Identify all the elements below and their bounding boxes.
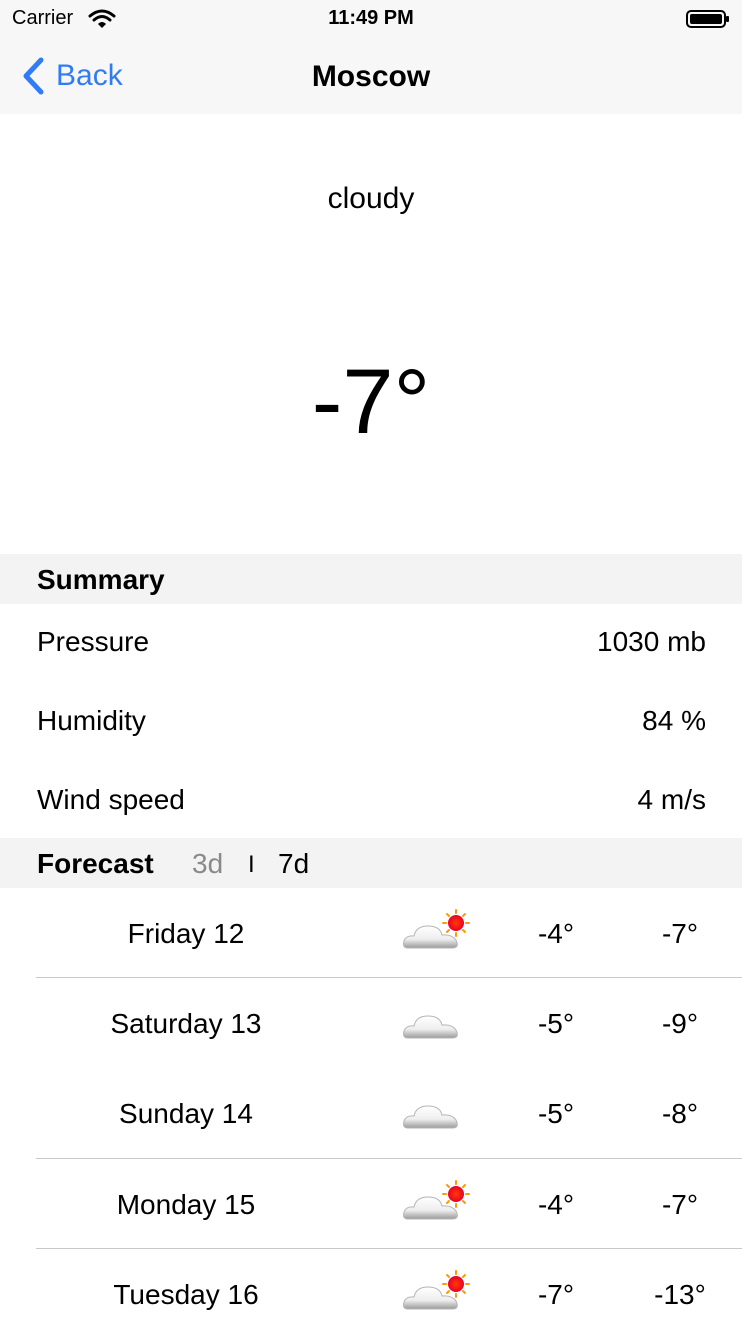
forecast-high: -4° [537,1189,575,1220]
forecast-low: -8° [661,1098,699,1129]
forecast-high: -5° [537,1098,575,1129]
forecast-row: Sunday 14 -5° -8° [0,1068,742,1158]
forecast-header: Forecast 3d I 7d [0,838,742,888]
weather-condition: cloudy [327,182,415,215]
forecast-row: Monday 15 -4° -7° [0,1159,742,1249]
summary-title: Summary [37,564,165,595]
cloud-icon [403,1015,458,1039]
segment-7d[interactable]: 7d [278,848,309,880]
summary-row-pressure: Pressure 1030 mb [0,604,742,683]
summary-value: 84 % [642,705,706,736]
current-temperature: -7° [311,351,431,453]
navigation-bar: Back Moscow [0,40,742,114]
forecast-high: -7° [537,1279,575,1310]
forecast-low: -7° [661,918,699,949]
forecast-day: Saturday 13 [110,1008,262,1039]
forecast-low: -13° [654,1279,706,1310]
summary-header: Summary [0,554,742,604]
summary-label: Pressure [37,626,150,657]
cloud-sun-icon [403,909,470,949]
segment-3d[interactable]: 3d [192,848,223,880]
summary-value: 4 m/s [637,784,706,815]
forecast-day: Monday 15 [116,1189,256,1220]
forecast-day: Friday 12 [127,918,245,949]
cloud-icon [403,1105,458,1129]
summary-row-wind-speed: Wind speed 4 m/s [0,762,742,841]
forecast-low: -9° [661,1008,699,1039]
forecast-low: -7° [661,1189,699,1220]
forecast-high: -4° [537,918,575,949]
battery-icon [686,10,729,28]
cloud-sun-icon [403,1270,470,1310]
summary-row-humidity: Humidity 84 % [0,683,742,762]
forecast-title: Forecast [37,848,154,879]
forecast-row: Saturday 13 -5° -9° [0,978,742,1068]
summary-label: Humidity [37,705,146,736]
page-title: Moscow [311,60,431,93]
summary-value: 1030 mb [597,626,706,657]
forecast-row: Tuesday 16 -7° -13° [0,1249,742,1339]
forecast-day: Tuesday 16 [113,1279,259,1310]
segment-divider: I [248,851,255,878]
summary-label: Wind speed [37,784,185,815]
forecast-high: -5° [537,1008,575,1039]
forecast-day: Sunday 14 [119,1098,253,1129]
cloud-sun-icon [403,1180,470,1220]
status-time: 11:49 PM [328,7,414,29]
status-bar: Carrier 11:49 PM [0,0,742,40]
forecast-row: Friday 12 -4° -7° [0,888,742,978]
